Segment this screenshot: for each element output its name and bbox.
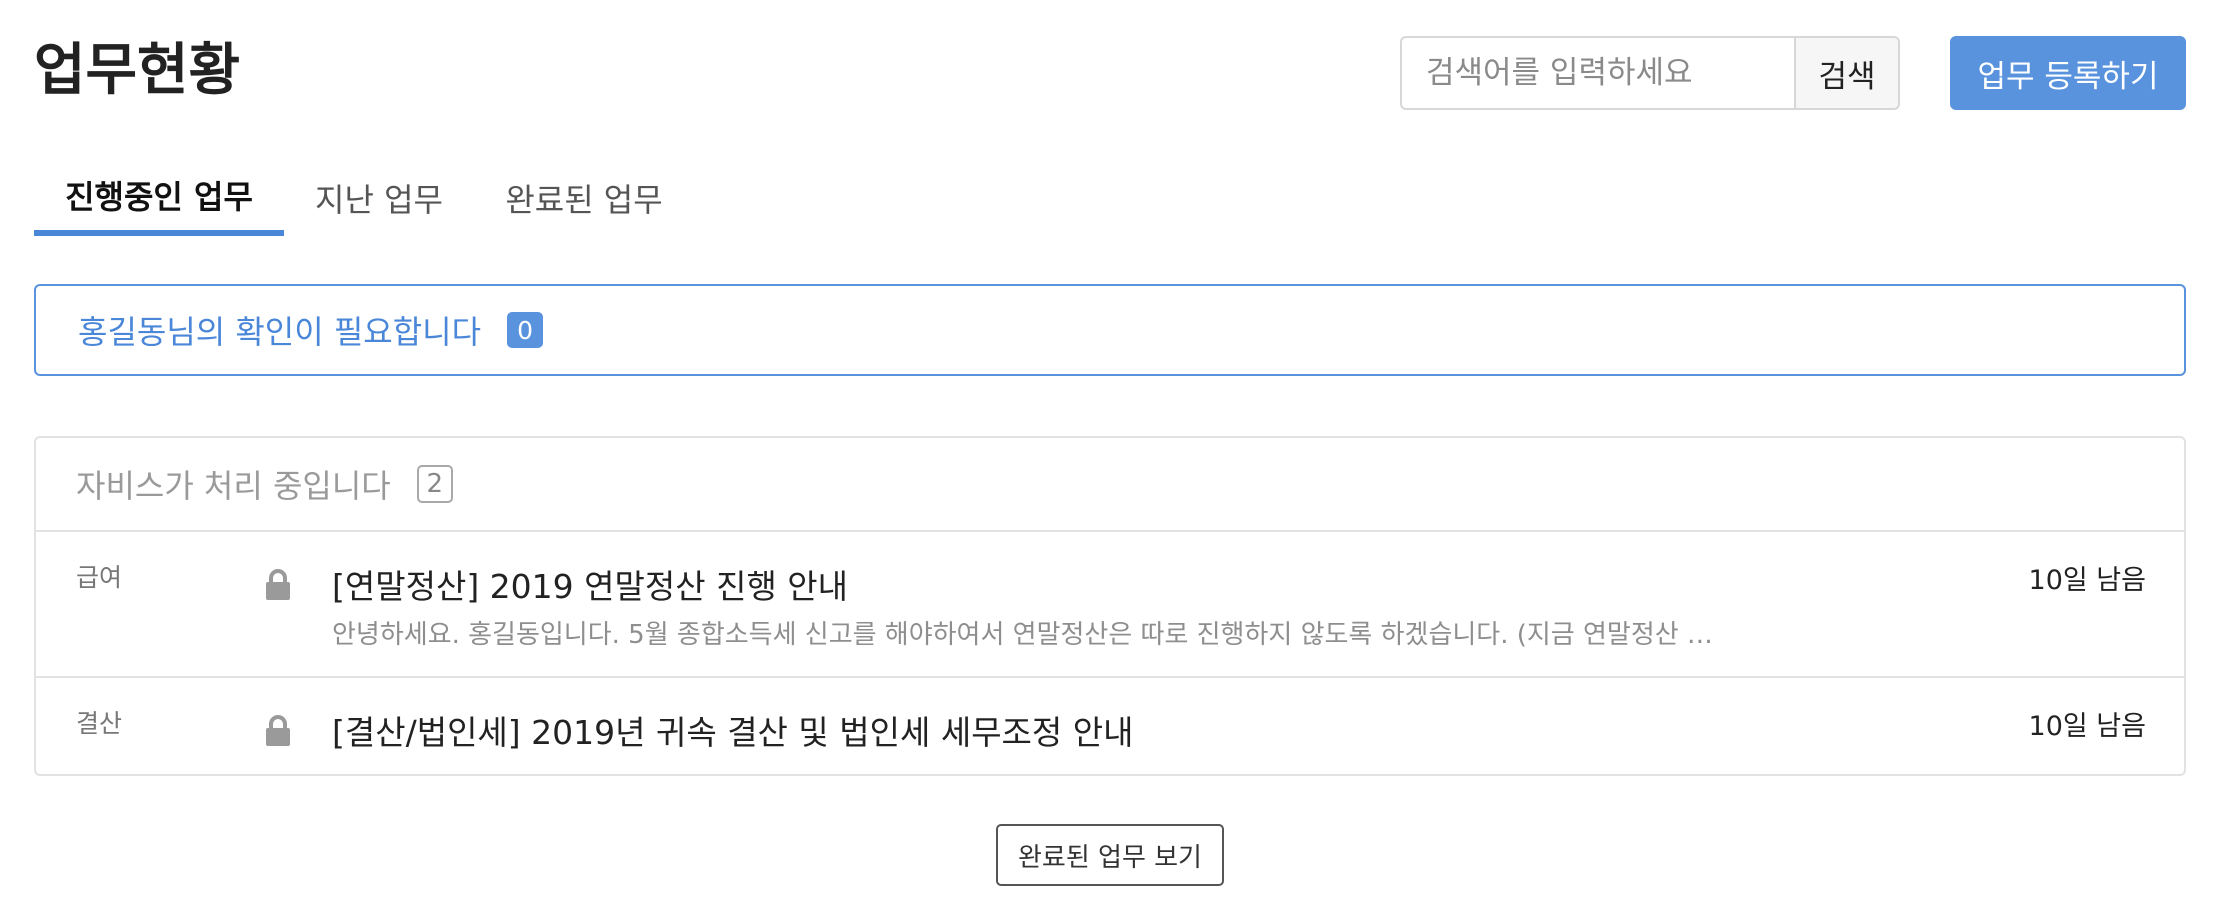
confirmation-needed-banner[interactable]: 홍길동님의 확인이 필요합니다 0 <box>34 284 2186 376</box>
task-category: 급여 <box>76 563 123 592</box>
page-title: 업무현황 <box>34 38 241 103</box>
register-task-button[interactable]: 업무 등록하기 <box>1950 36 2186 110</box>
task-deadline: 10일 남음 <box>2028 711 2146 742</box>
search-box: 검색 <box>1400 36 1900 110</box>
task-tabs: 진행중인 업무 지난 업무 완료된 업무 <box>34 160 694 236</box>
task-row[interactable]: 결산 [결산/법인세] 2019년 귀속 결산 및 법인세 세무조정 안내 10… <box>36 678 2184 774</box>
search-input[interactable] <box>1400 36 1794 110</box>
tab-completed[interactable]: 완료된 업무 <box>474 160 694 236</box>
lock-icon <box>264 568 292 602</box>
task-title: [연말정산] 2019 연말정산 진행 안내 <box>332 567 849 606</box>
task-category: 결산 <box>76 709 123 738</box>
confirmation-needed-text: 홍길동님의 확인이 필요합니다 <box>78 313 482 351</box>
confirmation-count-badge: 0 <box>507 312 544 348</box>
processing-count-badge: 2 <box>416 465 453 503</box>
lock-icon <box>264 714 292 748</box>
search-button[interactable]: 검색 <box>1794 36 1900 110</box>
task-deadline: 10일 남음 <box>2028 565 2146 596</box>
processing-panel-title: 자비스가 처리 중입니다 <box>76 467 391 505</box>
processing-panel-header: 자비스가 처리 중입니다 2 <box>36 438 2184 532</box>
task-title: [결산/법인세] 2019년 귀속 결산 및 법인세 세무조정 안내 <box>332 713 1134 752</box>
tab-in-progress[interactable]: 진행중인 업무 <box>34 160 284 236</box>
view-completed-button[interactable]: 완료된 업무 보기 <box>996 824 1224 886</box>
tab-past[interactable]: 지난 업무 <box>284 160 474 236</box>
task-description: 안녕하세요. 홍길동입니다. 5월 종합소득세 신고를 해야하여서 연말정산은 … <box>332 620 1713 650</box>
processing-panel: 자비스가 처리 중입니다 2 급여 [연말정산] 2019 연말정산 진행 안내… <box>34 436 2186 776</box>
task-row[interactable]: 급여 [연말정산] 2019 연말정산 진행 안내 안녕하세요. 홍길동입니다.… <box>36 532 2184 678</box>
